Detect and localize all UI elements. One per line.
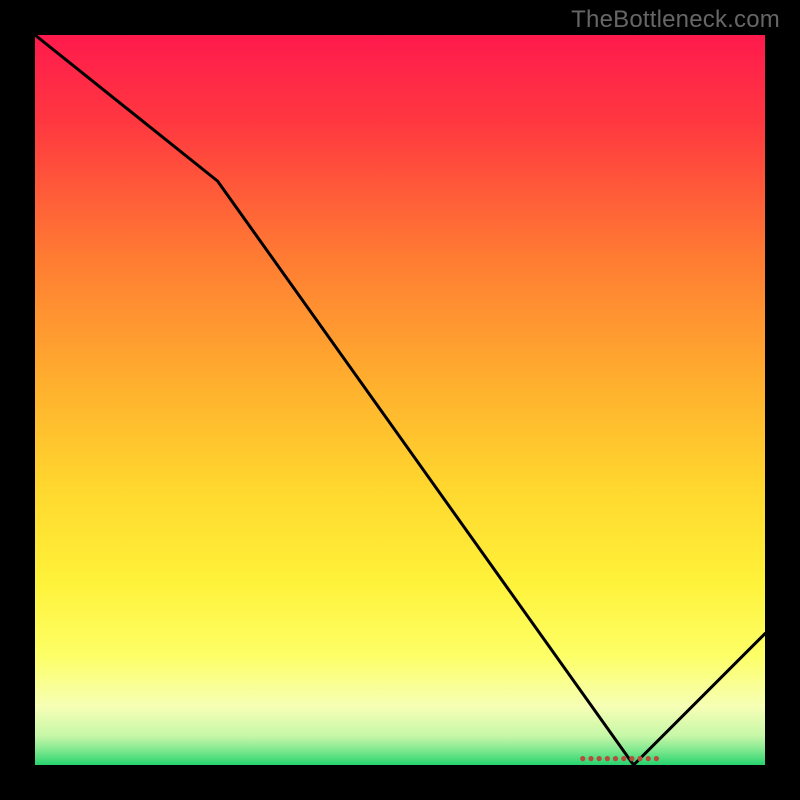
plot-area: ● ● ● ● ● ● ● ● ● ● xyxy=(35,35,765,765)
chart-frame: TheBottleneck.com ● ● ● ● ● ● ● ● ● ● xyxy=(0,0,800,800)
bottleneck-line xyxy=(35,35,765,765)
optimal-range-marker: ● ● ● ● ● ● ● ● ● ● xyxy=(579,751,659,765)
curve-polyline xyxy=(35,35,765,765)
watermark-text: TheBottleneck.com xyxy=(571,6,780,34)
